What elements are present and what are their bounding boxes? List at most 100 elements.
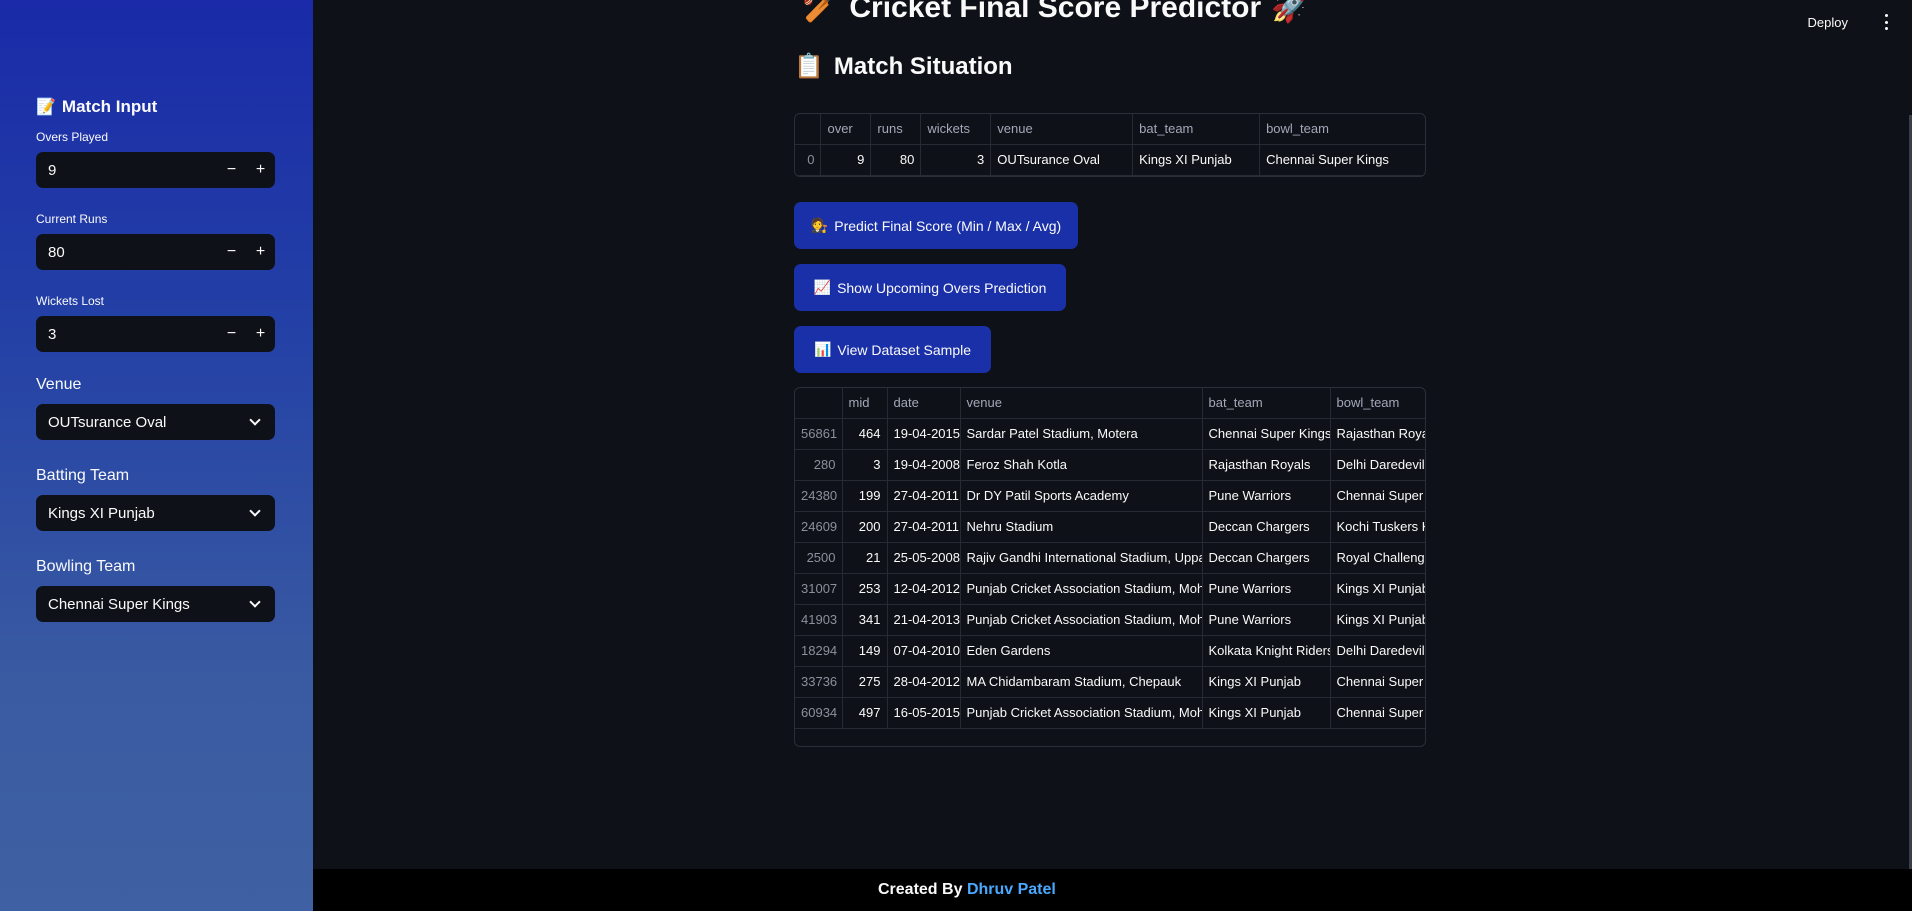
table-cell[interactable]: Punjab Cricket Association Stadium, Moha… [960, 604, 1203, 636]
table-cell[interactable]: 25-05-2008 [887, 542, 961, 574]
table-cell[interactable]: 0 [795, 144, 822, 176]
column-header[interactable]: venue [960, 388, 1203, 419]
column-header[interactable] [795, 388, 843, 419]
table-cell[interactable]: Punjab Cricket Association Stadium, Moha… [960, 573, 1203, 605]
wickets-minus-button[interactable]: − [217, 316, 246, 352]
upcoming-overs-button[interactable]: 📈 Show Upcoming Overs Prediction [794, 264, 1066, 311]
table-cell[interactable]: 19-04-2015 [887, 418, 961, 450]
batting-team-select[interactable]: Kings XI Punjab [36, 495, 275, 531]
table-cell[interactable]: Rajasthan Royals [1330, 418, 1425, 450]
table-cell[interactable]: 24380 [795, 480, 843, 512]
runs-plus-button[interactable]: + [246, 234, 275, 270]
table-cell[interactable]: 24609 [795, 511, 843, 543]
venue-select[interactable]: OUTsurance Oval [36, 404, 275, 440]
table-cell[interactable]: Delhi Daredevils [1330, 449, 1425, 481]
table-cell[interactable]: 275 [842, 666, 888, 698]
table-cell[interactable]: 27-04-2011 [887, 511, 961, 543]
table-cell[interactable]: Punjab Cricket Association Stadium, Moha… [960, 697, 1203, 729]
table-cell[interactable]: Chennai Super Kings [1259, 144, 1425, 176]
overs-value[interactable]: 9 [36, 162, 217, 179]
table-cell[interactable]: Rajiv Gandhi International Stadium, Uppa… [960, 542, 1203, 574]
bowling-team-select[interactable]: Chennai Super Kings [36, 586, 275, 622]
table-cell[interactable]: 19-04-2008 [887, 449, 961, 481]
column-header[interactable]: bat_team [1132, 114, 1261, 145]
table-cell[interactable]: MA Chidambaram Stadium, Chepauk [960, 666, 1203, 698]
table-cell[interactable]: Chennai Super Kings [1330, 697, 1425, 729]
table-cell[interactable]: 199 [842, 480, 888, 512]
table-cell[interactable]: 3 [920, 144, 992, 176]
table-cell[interactable]: Kings XI Punjab [1202, 666, 1331, 698]
table-cell[interactable]: Sardar Patel Stadium, Motera [960, 418, 1203, 450]
table-cell[interactable]: 12-04-2012 [887, 573, 961, 605]
runs-minus-button[interactable]: − [217, 234, 246, 270]
table-cell[interactable]: 27-04-2011 [887, 480, 961, 512]
table-cell[interactable]: 3 [842, 449, 888, 481]
table-cell[interactable]: 200 [842, 511, 888, 543]
table-cell[interactable]: 60934 [795, 697, 843, 729]
table-cell[interactable]: Feroz Shah Kotla [960, 449, 1203, 481]
table-cell[interactable]: 31007 [795, 573, 843, 605]
column-header[interactable]: venue [990, 114, 1134, 145]
deploy-button[interactable]: Deploy [1808, 15, 1848, 30]
table-cell[interactable]: Pune Warriors [1202, 573, 1331, 605]
table-cell[interactable]: Chennai Super Kings [1202, 418, 1331, 450]
table-cell[interactable]: 41903 [795, 604, 843, 636]
runs-value[interactable]: 80 [36, 244, 217, 261]
table-cell[interactable]: 280 [795, 449, 843, 481]
table-cell[interactable]: 56861 [795, 418, 843, 450]
table-cell[interactable]: Kochi Tuskers Kerala [1330, 511, 1425, 543]
overs-plus-button[interactable]: + [246, 152, 275, 188]
dataset-sample-table[interactable]: mid date venue bat_team bowl_team 56861 4… [794, 387, 1426, 747]
table-cell[interactable]: 2500 [795, 542, 843, 574]
table-cell[interactable]: 18294 [795, 635, 843, 667]
table-cell[interactable]: Deccan Chargers [1202, 511, 1331, 543]
table-cell[interactable]: 497 [842, 697, 888, 729]
table-cell[interactable]: Delhi Daredevils [1330, 635, 1425, 667]
match-situation-table[interactable]: over runs wickets venue bat_team bowl_te… [794, 113, 1426, 177]
table-cell[interactable]: Pune Warriors [1202, 604, 1331, 636]
column-header[interactable]: wickets [920, 114, 992, 145]
wickets-input[interactable]: 3 − + [36, 316, 275, 352]
table-cell[interactable]: 21-04-2013 [887, 604, 961, 636]
table-cell[interactable]: Royal Challengers Bangalore [1330, 542, 1425, 574]
table-cell[interactable]: Dr DY Patil Sports Academy [960, 480, 1203, 512]
overs-minus-button[interactable]: − [217, 152, 246, 188]
table-cell[interactable]: Rajasthan Royals [1202, 449, 1331, 481]
table-cell[interactable]: 9 [820, 144, 872, 176]
more-menu-icon[interactable] [1880, 14, 1892, 30]
column-header[interactable] [795, 114, 822, 145]
view-dataset-button[interactable]: 📊 View Dataset Sample [794, 326, 991, 373]
table-cell[interactable]: 464 [842, 418, 888, 450]
runs-input[interactable]: 80 − + [36, 234, 275, 270]
table-cell[interactable]: Pune Warriors [1202, 480, 1331, 512]
column-header[interactable]: bowl_team [1259, 114, 1425, 145]
table-cell[interactable]: Deccan Chargers [1202, 542, 1331, 574]
table-cell[interactable]: 16-05-2015 [887, 697, 961, 729]
predict-final-score-button[interactable]: 🧑‍⚖️ Predict Final Score (Min / Max / Av… [794, 202, 1078, 249]
table-cell[interactable]: Kings XI Punjab [1330, 604, 1425, 636]
table-cell[interactable]: 07-04-2010 [887, 635, 961, 667]
table-cell[interactable]: 21 [842, 542, 888, 574]
column-header[interactable]: date [887, 388, 961, 419]
table-cell[interactable]: Chennai Super Kings [1330, 480, 1425, 512]
table-cell[interactable]: 33736 [795, 666, 843, 698]
table-cell[interactable]: 341 [842, 604, 888, 636]
table-cell[interactable]: Eden Gardens [960, 635, 1203, 667]
column-header[interactable]: over [820, 114, 872, 145]
column-header[interactable]: bat_team [1202, 388, 1331, 419]
column-header[interactable]: bowl_team [1330, 388, 1425, 419]
table-cell[interactable]: Kings XI Punjab [1330, 573, 1425, 605]
table-cell[interactable]: OUTsurance Oval [990, 144, 1134, 176]
table-cell[interactable]: 253 [842, 573, 888, 605]
table-cell[interactable]: 28-04-2012 [887, 666, 961, 698]
table-cell[interactable]: Kings XI Punjab [1132, 144, 1261, 176]
table-cell[interactable]: Chennai Super Kings [1330, 666, 1425, 698]
wickets-value[interactable]: 3 [36, 326, 217, 343]
table-cell[interactable]: Nehru Stadium [960, 511, 1203, 543]
table-cell[interactable]: Kolkata Knight Riders [1202, 635, 1331, 667]
overs-input[interactable]: 9 − + [36, 152, 275, 188]
table-cell[interactable]: Kings XI Punjab [1202, 697, 1331, 729]
table-cell[interactable]: 80 [870, 144, 922, 176]
column-header[interactable]: mid [842, 388, 888, 419]
column-header[interactable]: runs [870, 114, 922, 145]
